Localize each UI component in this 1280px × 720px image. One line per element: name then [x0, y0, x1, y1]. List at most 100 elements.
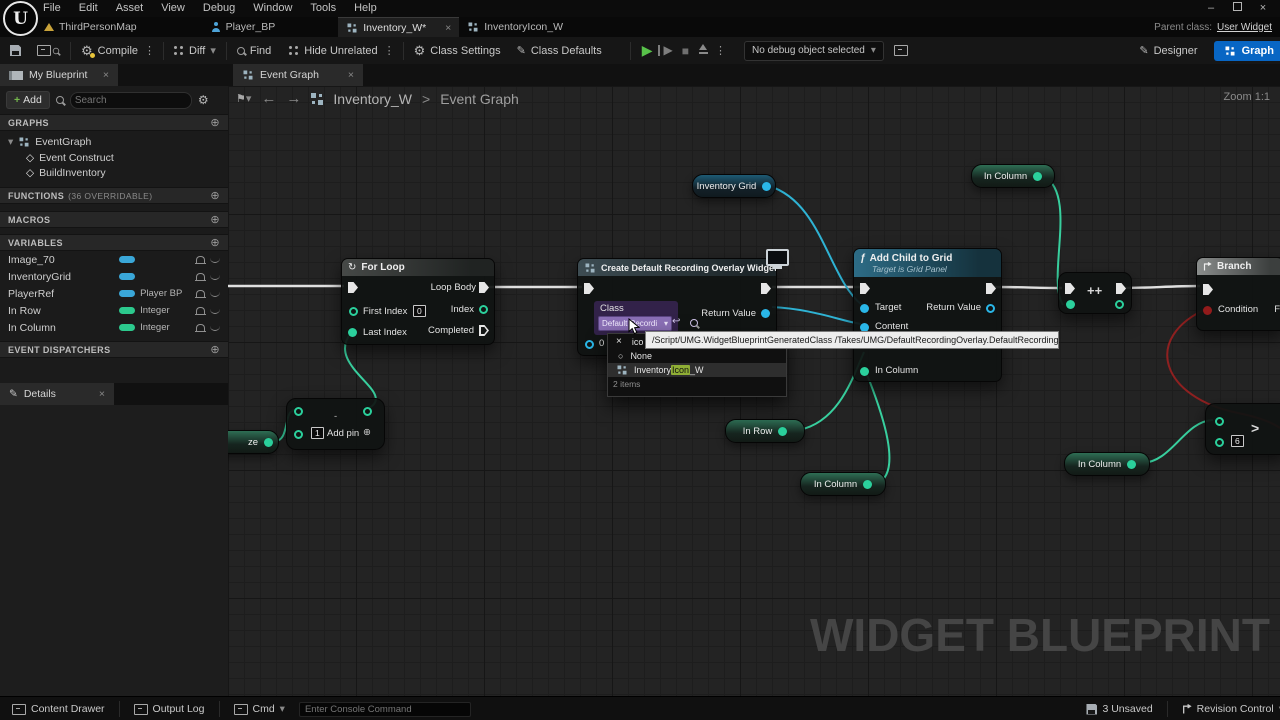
object-pin[interactable] [762, 181, 772, 191]
exec-in-pin[interactable] [584, 283, 594, 294]
variable-row[interactable]: PlayerRef Player BP [0, 285, 228, 302]
diff-button[interactable]: Diff ▾ [170, 44, 220, 57]
debug-browse-button[interactable] [890, 45, 912, 56]
node-header[interactable]: ƒ Add Child to Grid Target is Grid Panel [854, 249, 1001, 277]
node-greater-than[interactable]: 6 > [1205, 403, 1280, 455]
node-header[interactable]: ↻ For Loop [342, 259, 494, 276]
exec-in-pin[interactable] [1065, 283, 1075, 294]
sidebar-item-event-construct[interactable]: ◇ Event Construct [0, 150, 228, 165]
forward-icon[interactable]: → [286, 90, 301, 107]
compile-button[interactable]: ⚙ Compile [77, 44, 142, 58]
greater-value[interactable]: 6 [1231, 435, 1244, 447]
variable-type-pill[interactable] [119, 290, 136, 297]
last-index-pin[interactable] [348, 328, 357, 337]
graph-button[interactable]: Graph [1213, 40, 1280, 61]
node-header[interactable]: Branch [1197, 258, 1280, 275]
return-value-pin[interactable] [986, 304, 995, 313]
add-pin-label[interactable]: Add pin [327, 428, 359, 439]
menu-file[interactable]: File [34, 0, 70, 17]
target-pin[interactable] [860, 304, 869, 313]
class-search-icon[interactable] [690, 319, 698, 327]
functions-section-header[interactable]: FUNCTIONS (36 OVERRIDABLE) ⊕ [0, 187, 228, 204]
visibility-icon[interactable] [210, 325, 220, 331]
play-options-icon[interactable]: ⋮ [713, 44, 728, 57]
visibility-icon[interactable] [210, 274, 220, 280]
int-pin[interactable] [1033, 171, 1043, 181]
picker-search-text[interactable]: ico [632, 337, 644, 347]
stop-button[interactable]: ■ [677, 44, 694, 58]
menu-view[interactable]: View [152, 0, 194, 17]
getter-in-column-mid[interactable]: In Column [800, 472, 886, 496]
menu-debug[interactable]: Debug [194, 0, 244, 17]
bell-icon[interactable] [195, 256, 207, 264]
tab-inventory-w[interactable]: Inventory_W* × [338, 16, 460, 38]
owning-player-pin[interactable] [585, 340, 594, 349]
bookmark-icon[interactable]: ⚑▾ [236, 92, 251, 105]
hide-unrelated-options-icon[interactable]: ⋮ [382, 44, 397, 57]
in-column-pin[interactable] [860, 367, 869, 376]
tab-player-bp[interactable]: Player_BP [203, 17, 284, 37]
save-button[interactable] [6, 45, 25, 56]
output-log-button[interactable]: Output Log [130, 703, 209, 715]
condition-pin[interactable] [1203, 306, 1212, 315]
exec-in-pin[interactable] [348, 282, 358, 293]
value-out-pin[interactable] [1115, 300, 1124, 309]
event-graph-tab[interactable]: Event Graph × [233, 64, 363, 86]
exec-in-pin[interactable] [1203, 284, 1213, 295]
variables-section-header[interactable]: VARIABLES ⊕ [0, 234, 228, 251]
visibility-icon[interactable] [210, 257, 220, 263]
content-drawer-button[interactable]: Content Drawer [8, 703, 109, 715]
int-pin[interactable] [1127, 459, 1137, 469]
node-header[interactable]: Create Default Recording Overlay Widget [578, 259, 776, 276]
node-add-child-to-grid[interactable]: ƒ Add Child to Grid Target is Grid Panel … [853, 248, 1002, 382]
int-pin[interactable] [778, 426, 788, 436]
graph-canvas[interactable]: WIDGET BLUEPRINT ⚑▾ ← → Inventory_W > Ev… [228, 86, 1280, 696]
search-input[interactable] [69, 91, 192, 109]
eject-button[interactable] [694, 43, 713, 58]
add-macro-icon[interactable]: ⊕ [210, 213, 220, 226]
subtract-in-pin-1[interactable] [294, 407, 303, 416]
getter-inventory-grid[interactable]: Inventory Grid [692, 174, 776, 198]
clear-search-icon[interactable]: × [616, 336, 622, 347]
add-graph-icon[interactable]: ⊕ [210, 116, 220, 129]
bell-icon[interactable] [195, 307, 207, 315]
first-index-value[interactable]: 0 [413, 305, 426, 317]
variable-type-pill[interactable] [119, 324, 136, 331]
close-button[interactable]: × [1250, 1, 1276, 16]
menu-tools[interactable]: Tools [301, 0, 345, 17]
getter-in-column-top[interactable]: In Column [971, 164, 1055, 188]
greater-in-pin-1[interactable] [1215, 417, 1224, 426]
exec-out-pin[interactable] [986, 283, 996, 294]
variable-row[interactable]: In Row Integer [0, 302, 228, 319]
frame-skip-button[interactable]: ▶ [657, 44, 677, 56]
getter-in-column-right[interactable]: In Column [1064, 452, 1150, 476]
hide-unrelated-button[interactable]: Hide Unrelated [285, 45, 381, 57]
menu-window[interactable]: Window [244, 0, 301, 17]
maximize-button[interactable] [1224, 1, 1250, 16]
bell-icon[interactable] [195, 324, 207, 332]
bell-icon[interactable] [195, 290, 207, 298]
variable-row[interactable]: Image_70 [0, 251, 228, 268]
minimize-button[interactable]: – [1198, 1, 1224, 16]
subtract-in-pin-2[interactable] [294, 430, 303, 439]
tab-inventoryicon-w[interactable]: InventoryIcon_W [459, 17, 571, 37]
breadcrumb-leaf[interactable]: Event Graph [440, 91, 519, 107]
add-function-icon[interactable]: ⊕ [210, 189, 220, 202]
sidebar-item-buildinventory[interactable]: ◇ BuildInventory [0, 165, 228, 180]
menu-help[interactable]: Help [345, 0, 386, 17]
my-blueprint-tab[interactable]: My Blueprint × [0, 64, 118, 86]
int-pin[interactable] [863, 479, 873, 489]
close-details-icon[interactable]: × [99, 388, 105, 400]
completed-pin[interactable] [479, 325, 489, 336]
macros-section-header[interactable]: MACROS ⊕ [0, 211, 228, 228]
subtract-value[interactable]: 1 [311, 427, 324, 439]
getter-size-clipped[interactable]: ze [228, 430, 279, 454]
value-in-pin[interactable] [1066, 300, 1075, 309]
panel-settings-icon[interactable]: ⚙ [198, 93, 209, 107]
return-value-pin[interactable] [761, 309, 770, 318]
debug-object-dropdown[interactable]: No debug object selected ▾ [744, 40, 884, 61]
tab-thirdpersonmap[interactable]: ThirdPersonMap [36, 17, 145, 37]
add-dispatcher-icon[interactable]: ⊕ [210, 343, 220, 356]
node-subtract[interactable]: 1 - Add pin ⊕ [286, 398, 385, 450]
breadcrumb-root[interactable]: Inventory_W [333, 91, 412, 107]
